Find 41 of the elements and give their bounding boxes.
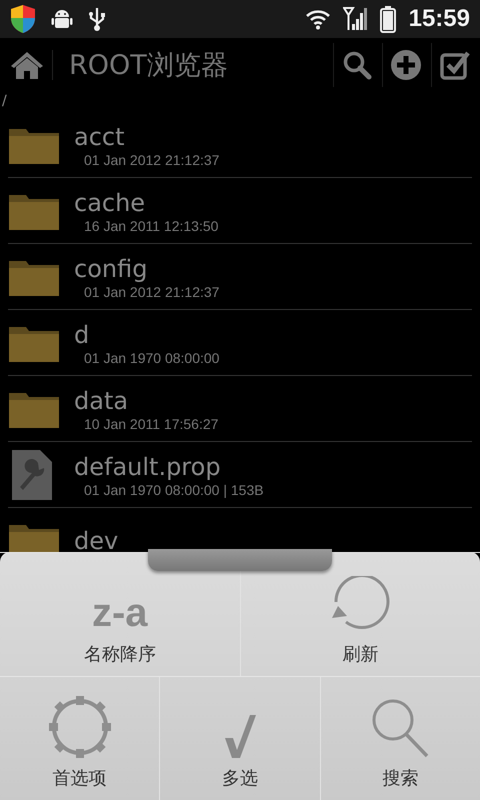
file-name: data [74, 386, 128, 416]
menu-item[interactable]: 刷新 [240, 553, 480, 676]
add-icon[interactable] [391, 50, 421, 80]
checkbox-icon[interactable] [440, 50, 470, 80]
usb-icon [88, 6, 106, 32]
settings-icon [46, 694, 113, 760]
file-name: d [74, 320, 90, 350]
file-details: 10 Jan 2011 17:56:27 [84, 416, 218, 432]
search-icon[interactable] [342, 50, 372, 80]
menu-item[interactable]: 首选项 [0, 677, 160, 800]
file-name: default.prop [74, 452, 221, 482]
file-row[interactable]: d 01 Jan 1970 08:00:00 [8, 310, 472, 376]
file-row[interactable]: default.prop 01 Jan 1970 08:00:00 | 153B [8, 442, 472, 508]
app-title: ROOT浏览器 [69, 49, 229, 83]
file-details: 01 Jan 2012 21:12:37 [84, 152, 220, 168]
file-row[interactable]: acct 01 Jan 2012 21:12:37 [8, 112, 472, 178]
menu-item[interactable]: 多选 [159, 677, 320, 800]
file-name: acct [74, 122, 125, 152]
file-details: 01 Jan 1970 08:00:00 | 153B [84, 482, 264, 498]
battery-icon [378, 5, 397, 33]
file-name: dev [74, 526, 118, 552]
home-icon[interactable] [10, 50, 53, 80]
file-details: 01 Jan 2012 21:12:37 [84, 284, 220, 300]
android-icon [50, 7, 74, 31]
file-name: cache [74, 188, 146, 218]
file-details: 16 Jan 2011 12:13:50 [84, 218, 218, 234]
menu-item[interactable]: z-a 名称降序 [0, 553, 240, 676]
menu-handle[interactable] [148, 549, 332, 571]
checkmark-icon [224, 714, 256, 760]
shield-icon [10, 4, 36, 34]
menu-item[interactable]: 搜索 [320, 677, 480, 800]
file-row[interactable]: data 10 Jan 2011 17:56:27 [8, 376, 472, 442]
file-name: config [74, 254, 148, 284]
file-row[interactable]: cache 16 Jan 2011 12:13:50 [8, 178, 472, 244]
file-details: 01 Jan 1970 08:00:00 [84, 350, 220, 366]
wifi-icon [304, 8, 331, 30]
clock-time: 15:59 [408, 5, 470, 33]
signal-icon [342, 6, 367, 32]
current-path: / [1, 92, 8, 111]
sort-descending-icon: z-a [92, 590, 148, 636]
file-row[interactable]: config 01 Jan 2012 21:12:37 [8, 244, 472, 310]
